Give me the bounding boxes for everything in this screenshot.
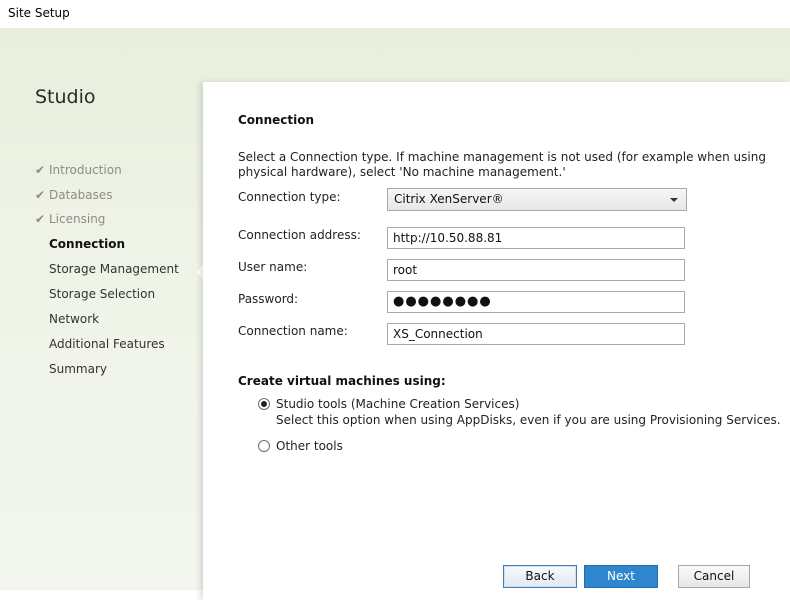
radio-button-selected[interactable] [258, 398, 270, 410]
step-introduction: ✔ Introduction [35, 160, 122, 180]
step-label: Additional Features [49, 337, 165, 351]
radio-other-tools[interactable]: Other tools [258, 438, 343, 454]
step-storage-management: Storage Management [35, 259, 179, 279]
checkmark-icon: ✔ [35, 212, 46, 226]
connection-address-label: Connection address: [238, 228, 361, 242]
step-label: Connection [49, 237, 126, 251]
step-network: Network [35, 309, 99, 329]
connection-type-label: Connection type: [238, 190, 341, 204]
radio-button[interactable] [258, 440, 270, 452]
step-label: Licensing [49, 212, 106, 226]
page-description: Select a Connection type. If machine man… [238, 150, 766, 179]
radio-studio-tools-label: Studio tools (Machine Creation Services) [276, 397, 520, 411]
title-bar: Site Setup [0, 0, 790, 28]
step-storage-selection: Storage Selection [35, 284, 155, 304]
step-connection: Connection [35, 234, 125, 254]
connection-type-value: Citrix XenServer® [394, 192, 504, 206]
checkmark-icon: ✔ [35, 188, 46, 202]
user-name-label: User name: [238, 260, 308, 274]
window-title: Site Setup [8, 6, 70, 20]
connection-name-input[interactable]: XS_Connection [387, 323, 685, 345]
password-label: Password: [238, 292, 299, 306]
cancel-button[interactable]: Cancel [678, 565, 750, 588]
wizard-body: Studio ✔ Introduction ✔ Databases ✔ Licensi… [0, 28, 790, 600]
step-licensing: ✔ Licensing [35, 209, 105, 229]
connection-address-input[interactable]: http://10.50.88.81 [387, 227, 685, 249]
radio-other-tools-label: Other tools [276, 439, 343, 453]
connection-type-select[interactable]: Citrix XenServer® [387, 188, 687, 211]
next-button[interactable]: Next [584, 565, 658, 588]
step-additional-features: Additional Features [35, 334, 165, 354]
step-label: Storage Management [49, 262, 179, 276]
step-label: Network [49, 312, 100, 326]
password-input[interactable]: ●●●●●●●● [387, 291, 685, 313]
step-databases: ✔ Databases [35, 185, 113, 205]
vm-section-title: Create virtual machines using: [238, 374, 446, 388]
user-name-input[interactable]: root [387, 259, 685, 281]
step-label: Summary [49, 362, 107, 376]
chevron-down-icon [670, 198, 678, 202]
studio-title: Studio [35, 86, 96, 108]
step-label: Introduction [49, 163, 122, 177]
step-label: Databases [49, 188, 113, 202]
sidebar: Studio ✔ Introduction ✔ Databases ✔ Licensi… [0, 28, 200, 590]
radio-studio-tools-help: Select this option when using AppDisks, … [276, 413, 781, 427]
radio-studio-tools[interactable]: Studio tools (Machine Creation Services) [258, 396, 519, 412]
step-label: Storage Selection [49, 287, 156, 301]
page-title: Connection [238, 113, 315, 127]
back-button[interactable]: Back [503, 565, 577, 588]
connection-name-label: Connection name: [238, 324, 348, 338]
step-summary: Summary [35, 359, 107, 379]
main-panel: Connection Select a Connection type. If … [203, 82, 790, 600]
checkmark-icon: ✔ [35, 163, 46, 177]
